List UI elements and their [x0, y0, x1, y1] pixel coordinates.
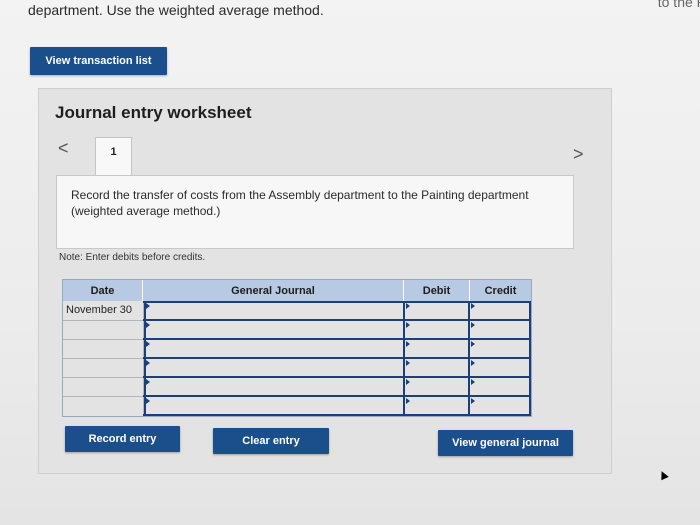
- account-dropdown-marker[interactable]: [146, 379, 150, 385]
- credit-input-marker[interactable]: [471, 379, 475, 385]
- view-transaction-list-button[interactable]: View transaction list: [30, 47, 167, 75]
- instruction-box: Record the transfer of costs from the As…: [56, 175, 574, 249]
- column-header-credit: Credit: [470, 280, 531, 301]
- journal-entry-table: Date General Journal Debit Credit Novemb…: [62, 279, 532, 417]
- debit-input-marker[interactable]: [406, 398, 410, 404]
- clear-entry-button[interactable]: Clear entry: [213, 428, 329, 454]
- account-dropdown-marker[interactable]: [146, 341, 150, 347]
- credit-input-marker[interactable]: [471, 398, 475, 404]
- question-text: department. Use the weighted average met…: [28, 2, 324, 18]
- tab-1[interactable]: 1: [95, 137, 132, 175]
- account-dropdown-marker[interactable]: [146, 303, 150, 309]
- account-dropdown-marker[interactable]: [146, 360, 150, 366]
- chevron-left-icon[interactable]: <: [58, 139, 69, 157]
- record-entry-button[interactable]: Record entry: [65, 426, 180, 452]
- column-header-date: Date: [63, 280, 143, 301]
- table-row-date[interactable]: November 30: [66, 304, 132, 316]
- chevron-right-icon[interactable]: >: [573, 145, 584, 163]
- column-header-general-journal: General Journal: [143, 280, 404, 301]
- mouse-cursor-icon: ▲: [653, 463, 673, 485]
- debit-input-marker[interactable]: [406, 379, 410, 385]
- debit-input-marker[interactable]: [406, 322, 410, 328]
- credit-input-marker[interactable]: [471, 360, 475, 366]
- credit-input-marker[interactable]: [471, 341, 475, 347]
- note-text: Note: Enter debits before credits.: [59, 252, 206, 263]
- credit-input-marker[interactable]: [471, 303, 475, 309]
- credit-input-marker[interactable]: [471, 322, 475, 328]
- column-header-debit: Debit: [404, 280, 470, 301]
- instruction-text: Record the transfer of costs from the As…: [71, 188, 529, 218]
- debit-input-marker[interactable]: [406, 341, 410, 347]
- debit-input-marker[interactable]: [406, 360, 410, 366]
- worksheet-title: Journal entry worksheet: [55, 103, 252, 122]
- truncated-question-text: to the P: [657, 0, 700, 10]
- debit-input-marker[interactable]: [406, 303, 410, 309]
- account-dropdown-marker[interactable]: [146, 322, 150, 328]
- journal-entry-worksheet-panel: Journal entry worksheet < > 1 Record the…: [38, 88, 612, 474]
- view-general-journal-button[interactable]: View general journal: [438, 430, 573, 456]
- account-dropdown-marker[interactable]: [146, 398, 150, 404]
